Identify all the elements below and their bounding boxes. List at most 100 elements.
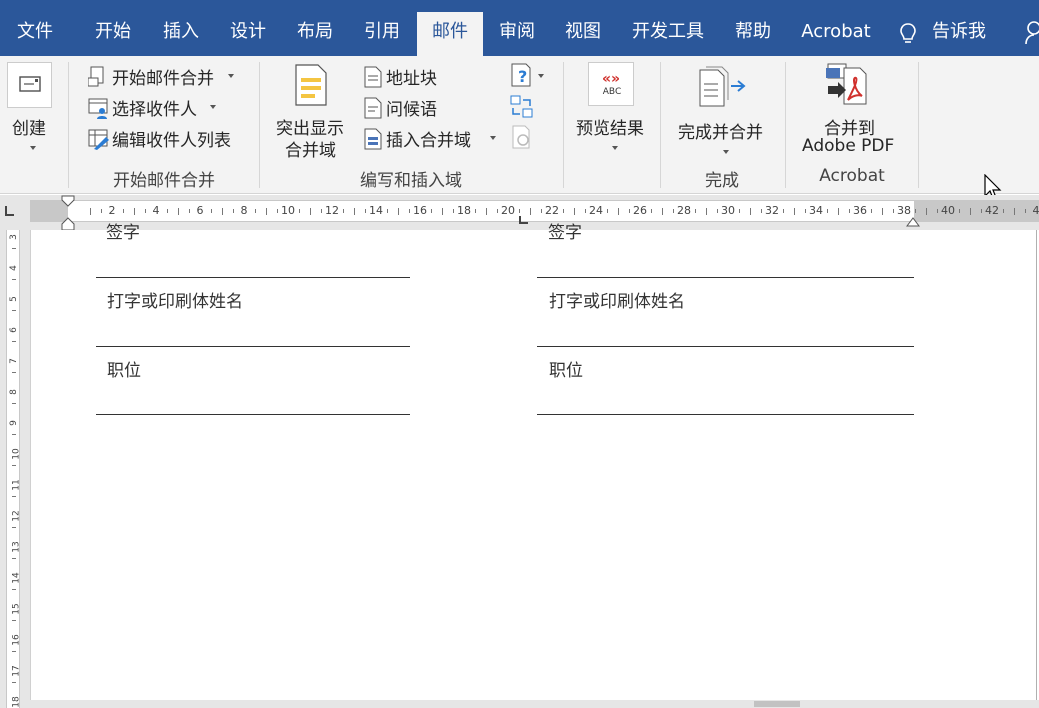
ruler-tick: [486, 208, 487, 215]
ruler-tick: [431, 209, 432, 213]
ruler-number: 6: [196, 204, 204, 217]
highlight-fields-label-2: 合并域: [285, 141, 336, 161]
ruler-tick: [541, 209, 542, 213]
chevron-down-icon: [228, 74, 234, 78]
update-labels-icon: [512, 125, 530, 149]
vertical-ruler-number: 6: [8, 327, 19, 333]
tab-stop-selector-icon[interactable]: [4, 205, 16, 217]
svg-text:?: ?: [518, 67, 527, 86]
horizontal-scrollbar[interactable]: [30, 700, 1039, 708]
ruler-right-margin: [914, 201, 1039, 221]
edit-list-icon: [88, 129, 109, 150]
ruler-tick: [123, 209, 124, 213]
vertical-ruler-number: 13: [11, 541, 22, 553]
ruler-tick: [585, 209, 586, 213]
vertical-ruler-number: 11: [11, 479, 22, 491]
ruler-tick: [937, 209, 938, 213]
ruler-tick: [805, 209, 806, 213]
tab-mailings[interactable]: 邮件: [417, 12, 483, 56]
ruler-tick: [90, 208, 91, 215]
ruler-number: 36: [853, 204, 867, 217]
ruler-tick: [882, 208, 883, 215]
left-printed-name-label[interactable]: 打字或印刷体姓名: [107, 287, 243, 312]
tab-references[interactable]: 引用: [349, 12, 415, 56]
tab-developer[interactable]: 开发工具: [620, 12, 716, 56]
start-mail-merge-label: 开始邮件合并: [112, 69, 214, 89]
vertical-ruler-tick: [12, 651, 16, 652]
preview-results-label: 预览结果: [576, 119, 644, 139]
tab-view[interactable]: 视图: [550, 12, 616, 56]
tell-me-search[interactable]: 告诉我: [898, 12, 1018, 56]
tab-layout[interactable]: 布局: [282, 12, 348, 56]
tab-home[interactable]: 开始: [80, 12, 146, 56]
envelope-icon: [7, 62, 52, 108]
recipients-icon: [88, 98, 108, 119]
tab-file[interactable]: 文件: [0, 12, 70, 56]
right-printed-name-label[interactable]: 打字或印刷体姓名: [549, 287, 685, 312]
right-position-label[interactable]: 职位: [549, 356, 583, 381]
tab-review[interactable]: 审阅: [484, 12, 550, 56]
indent-marker-icon[interactable]: [61, 195, 75, 231]
greeting-line-label: 问候语: [386, 100, 437, 120]
tab-insert[interactable]: 插入: [148, 12, 214, 56]
create-button[interactable]: 创建: [4, 60, 56, 156]
ruler-tick: [211, 209, 212, 213]
insert-merge-field-button[interactable]: 插入合并域: [362, 126, 502, 151]
tab-acrobat[interactable]: Acrobat: [793, 12, 879, 56]
vertical-ruler-tick: [12, 310, 16, 311]
rules-button[interactable]: ?: [508, 62, 548, 88]
vertical-ruler-tick: [12, 527, 16, 528]
finish-merge-button[interactable]: 完成并合并: [672, 62, 774, 158]
ruler-tick: [321, 209, 322, 213]
scrollbar-thumb[interactable]: [754, 701, 800, 707]
ruler-tick: [794, 208, 795, 215]
tell-me-label: 告诉我: [932, 21, 986, 42]
ruler-number: 22: [545, 204, 559, 217]
match-fields-button[interactable]: [508, 94, 536, 120]
ruler-number: 42: [985, 204, 999, 217]
highlight-merge-fields-button[interactable]: 突出显示 合并域: [272, 62, 354, 161]
start-mail-merge-button[interactable]: 开始邮件合并: [86, 64, 238, 89]
ruler-tick: [343, 209, 344, 213]
ruler-tick: [783, 209, 784, 213]
address-block-button[interactable]: 地址块: [362, 64, 448, 89]
chevron-down-icon: [723, 150, 729, 154]
ruler-tick: [167, 209, 168, 213]
ruler-tick: [750, 208, 751, 215]
vertical-ruler-tick: [12, 341, 16, 342]
preview-results-button[interactable]: «» ABC 预览结果: [572, 60, 654, 156]
ruler-tick: [519, 209, 520, 213]
right-signature-line: [537, 277, 914, 278]
select-recipients-button[interactable]: 选择收件人: [86, 95, 220, 120]
insert-field-icon: [364, 128, 382, 150]
left-position-label[interactable]: 职位: [107, 356, 141, 381]
merge-to-pdf-button[interactable]: 合并到 Adobe PDF: [796, 60, 908, 160]
right-signature-label[interactable]: 签字: [548, 218, 582, 243]
edit-recipient-list-label: 编辑收件人列表: [112, 131, 231, 151]
right-position-line: [537, 414, 914, 415]
left-signature-label[interactable]: 签字: [106, 218, 140, 243]
preview-abc-icon: «» ABC: [588, 62, 634, 106]
ruler-tick: [310, 208, 311, 215]
ruler-tick: [739, 209, 740, 213]
select-recipients-label: 选择收件人: [112, 100, 197, 120]
vertical-ruler-tick: [12, 434, 16, 435]
user-icon[interactable]: [1024, 20, 1039, 44]
ruler-tick: [178, 208, 179, 215]
match-fields-icon: [510, 95, 533, 118]
ruler-number: 4: [1032, 204, 1039, 217]
ruler-strip[interactable]: 2 4 6 8 10 12 14 16 18 20 22 24 26 28 30 32 34 36 38 40 42 4: [30, 200, 1039, 222]
tab-design[interactable]: 设计: [215, 12, 281, 56]
address-block-icon: [364, 66, 382, 88]
ruler-tick: [1003, 209, 1004, 213]
ruler-number: 4: [152, 204, 160, 217]
ruler-tick: [1025, 209, 1026, 213]
start-mail-merge-group-label: 开始邮件合并: [113, 171, 215, 191]
ruler-tick: [233, 209, 234, 213]
tab-help[interactable]: 帮助: [721, 12, 785, 56]
edit-recipient-list-button[interactable]: 编辑收件人列表: [86, 126, 246, 151]
ruler-tick: [706, 208, 707, 215]
right-indent-marker-icon[interactable]: [906, 215, 920, 227]
greeting-line-button[interactable]: 问候语: [362, 95, 448, 120]
ruler-number: 30: [721, 204, 735, 217]
